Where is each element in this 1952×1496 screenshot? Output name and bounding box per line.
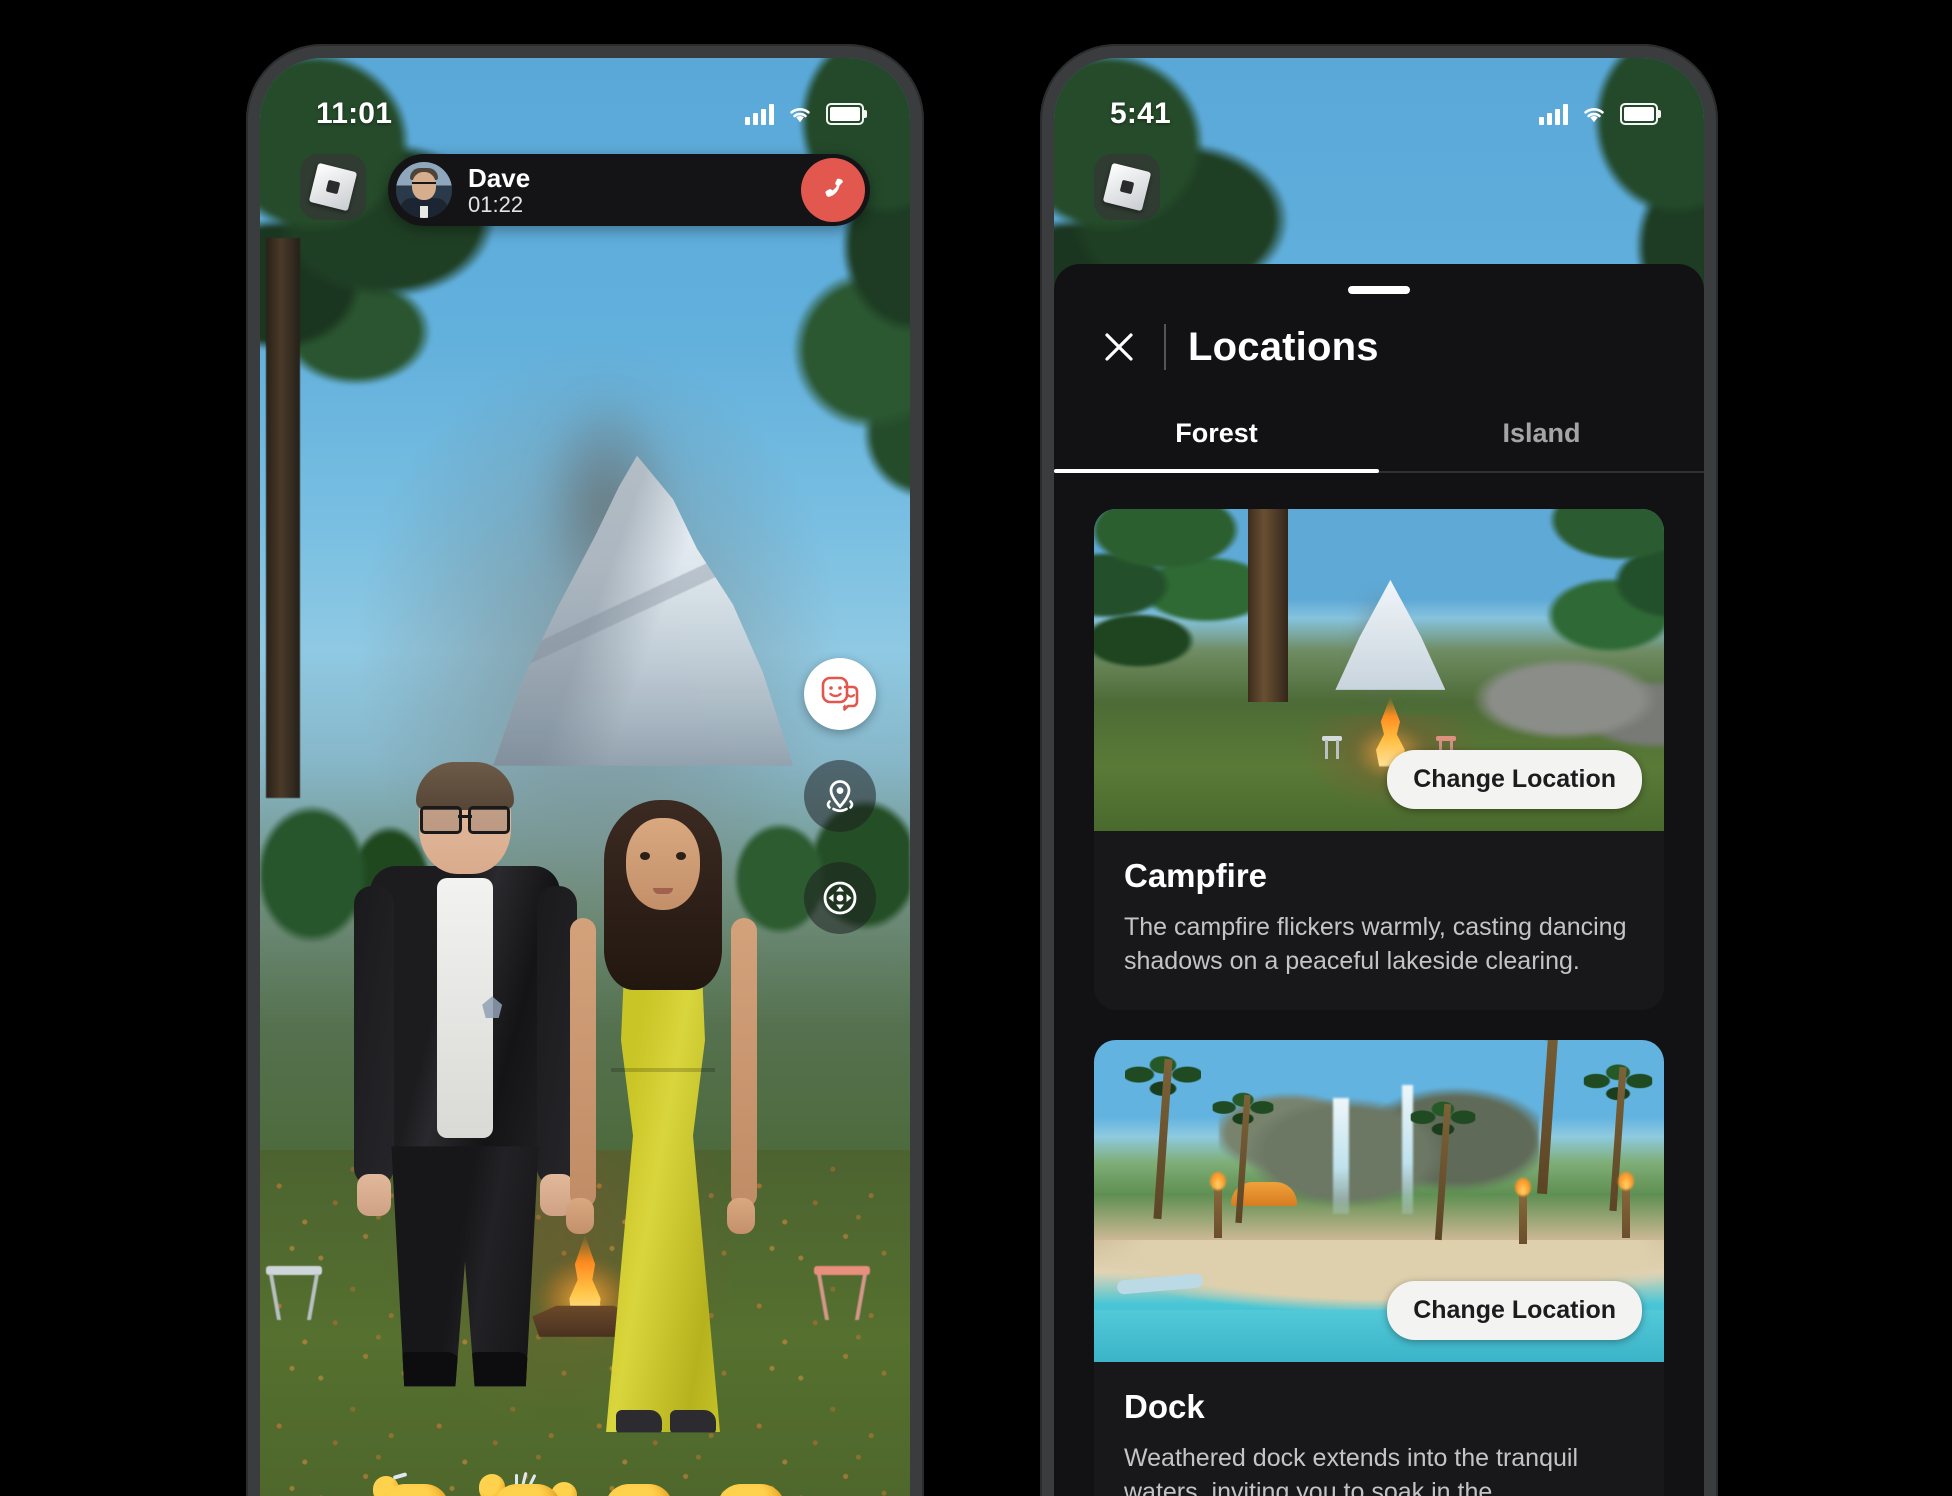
scene-stool-right bbox=[814, 1265, 870, 1322]
chevron-left-icon[interactable] bbox=[305, 1490, 349, 1496]
emoji-laugh-open-mouth[interactable] bbox=[479, 1471, 577, 1496]
location-card[interactable]: Change Location Campfire The campfire fl… bbox=[1094, 509, 1664, 1010]
call-duration: 01:22 bbox=[468, 191, 524, 217]
sheet-grabber[interactable] bbox=[1348, 286, 1410, 294]
left-phone-screen: 11:01 Dave 01:22 bbox=[260, 58, 910, 1496]
scene-canopy-left bbox=[260, 58, 530, 478]
emoji-point-smile[interactable] bbox=[709, 1474, 797, 1496]
screenshot-root: 11:01 Dave 01:22 5:41 Locations Forest I… bbox=[0, 0, 1952, 1496]
right-phone-screen: 5:41 Locations Forest Island Change Loca… bbox=[1054, 58, 1704, 1496]
sheet-header: Locations bbox=[1054, 294, 1704, 370]
location-card-body: Campfire The campfire flickers warmly, c… bbox=[1094, 831, 1664, 1010]
location-card-body: Dock Weathered dock extends into the tra… bbox=[1094, 1362, 1664, 1496]
location-description: Weathered dock extends into the tranquil… bbox=[1124, 1444, 1578, 1496]
locations-sheet: Locations Forest Island Change Location … bbox=[1054, 264, 1704, 1496]
location-tabs: Forest Island bbox=[1054, 404, 1704, 473]
avatar-male bbox=[353, 762, 577, 1446]
avatar-female bbox=[565, 800, 761, 1446]
right-phone-frame: 5:41 Locations Forest Island Change Loca… bbox=[1040, 44, 1718, 1496]
roblox-logo-icon[interactable] bbox=[300, 154, 366, 220]
location-description: The campfire flickers warmly, casting da… bbox=[1124, 913, 1627, 975]
caller-avatar bbox=[396, 162, 452, 218]
tab-island[interactable]: Island bbox=[1379, 404, 1704, 471]
location-name: Dock bbox=[1124, 1388, 1205, 1425]
chevron-right-icon[interactable] bbox=[821, 1490, 865, 1496]
scene-canopy-right bbox=[690, 58, 910, 558]
location-card-list: Change Location Campfire The campfire fl… bbox=[1054, 473, 1704, 1496]
island-beach-thumbnail: Change Location bbox=[1094, 1040, 1664, 1362]
close-x-icon[interactable] bbox=[1096, 324, 1142, 370]
forest-campfire-thumbnail: Change Location bbox=[1094, 509, 1664, 831]
tab-forest[interactable]: Forest bbox=[1054, 404, 1379, 473]
location-name: Campfire bbox=[1124, 857, 1268, 894]
emoji-avatar-reaction-icon[interactable] bbox=[804, 658, 876, 730]
emoji-reaction-tray bbox=[260, 1471, 910, 1496]
location-card[interactable]: Change Location Dock Weathered dock exte… bbox=[1094, 1040, 1664, 1496]
call-pill[interactable]: Dave 01:22 bbox=[388, 154, 870, 226]
left-phone-frame: 11:01 Dave 01:22 bbox=[246, 44, 924, 1496]
scene-tree-trunk bbox=[266, 238, 300, 798]
caller-meta: Dave 01:22 bbox=[468, 165, 801, 216]
end-call-button[interactable] bbox=[801, 158, 865, 222]
roblox-logo-icon[interactable] bbox=[1094, 154, 1160, 220]
emoji-wave-smile[interactable] bbox=[373, 1472, 461, 1496]
header-divider bbox=[1164, 324, 1166, 370]
end-call-phone-icon bbox=[825, 178, 843, 197]
scene-stool-left bbox=[266, 1265, 322, 1322]
location-pin-icon[interactable] bbox=[804, 760, 876, 832]
change-location-button[interactable]: Change Location bbox=[1387, 1281, 1642, 1340]
caller-name: Dave bbox=[468, 162, 531, 193]
page-title: Locations bbox=[1188, 324, 1379, 369]
change-location-button[interactable]: Change Location bbox=[1387, 750, 1642, 809]
scene-action-buttons bbox=[804, 658, 876, 934]
move-pan-control-icon[interactable] bbox=[804, 862, 876, 934]
emoji-clap[interactable] bbox=[597, 1474, 685, 1496]
